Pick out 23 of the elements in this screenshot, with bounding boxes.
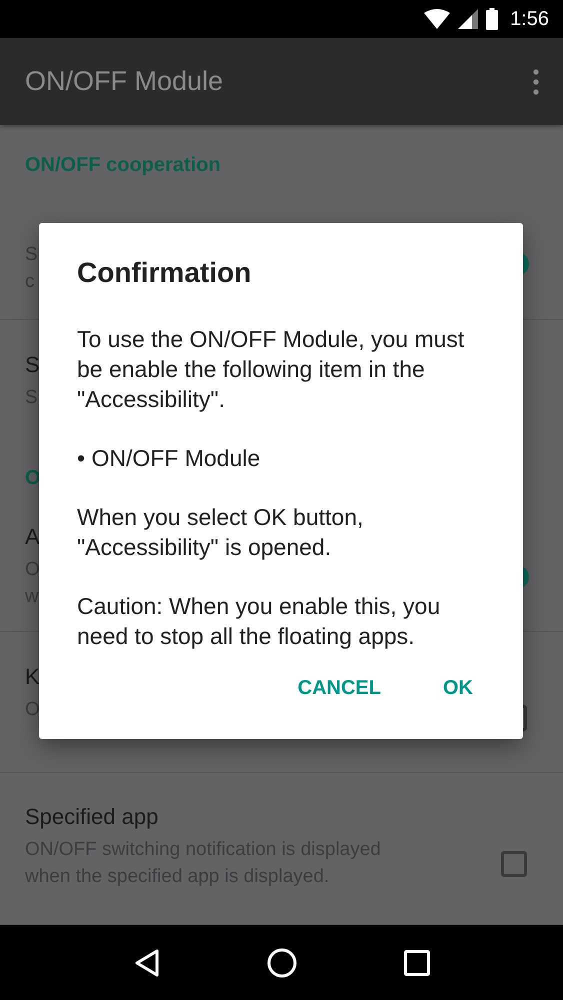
clock-time: 1:56: [510, 7, 549, 32]
dialog-message: • ON/OFF Module: [77, 444, 262, 473]
setting-title: K: [25, 663, 40, 691]
more-options-icon[interactable]: [533, 68, 539, 94]
signal-icon: [458, 9, 478, 29]
setting-title: A: [25, 523, 40, 551]
dialog-message: To use the ON/OFF Module, you must be enable the following item in the "Accessibility".: [77, 325, 466, 414]
recents-icon[interactable]: [404, 950, 430, 976]
wifi-icon: [424, 9, 450, 29]
home-icon[interactable]: [266, 948, 296, 978]
dialog-title: Confirmation: [77, 256, 252, 290]
dialog-message: Caution: When you enable this, you need to stop all the floating apps.: [77, 592, 442, 651]
section-header: ON/OFF cooperation: [25, 153, 222, 177]
app-title: ON/OFF Module: [25, 65, 224, 98]
checkbox[interactable]: [501, 850, 527, 876]
setting-title: S: [25, 351, 40, 379]
section-header: O: [25, 466, 42, 490]
back-icon[interactable]: [134, 948, 160, 978]
dialog-button[interactable]: CANCEL: [282, 665, 397, 711]
dialog-button[interactable]: OK: [427, 665, 489, 711]
battery-icon: [486, 8, 498, 30]
setting-title: Specified app: [25, 803, 158, 831]
dialog-message: When you select OK button, "Accessibility" is opened.: [77, 503, 364, 562]
